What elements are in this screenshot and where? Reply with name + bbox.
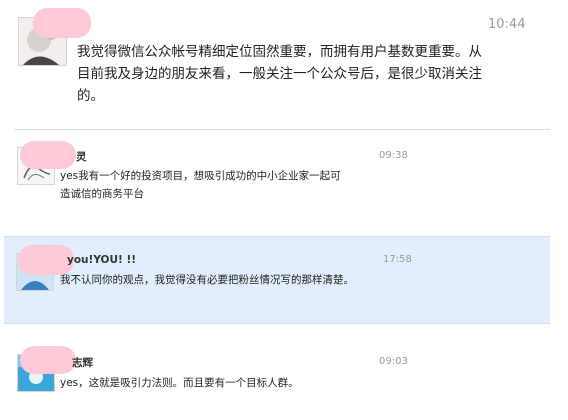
comment-item[interactable]: you!YOU! !! 17:58 我不认同你的观点，我觉得没有必要把粉丝情况写… <box>4 236 550 324</box>
comment-item[interactable]: 10:44 我觉得微信公众帐号精细定位固然重要，而拥有用户基数更重要。从目前我及… <box>0 0 568 128</box>
redaction-mark <box>33 8 91 38</box>
redaction-mark <box>20 141 76 169</box>
comment-text: 我不认同你的观点，我觉得没有必要把粉丝情况写的那样清楚。 <box>60 274 354 286</box>
comment-text: yes，这就是吸引力法则。而且要有一个目标人群。 <box>60 377 299 389</box>
comment-time: 10:44 <box>488 17 526 32</box>
comment-author[interactable]: 灵 <box>76 149 87 164</box>
redaction-mark <box>20 346 76 374</box>
comment-time: 09:03 <box>379 356 408 367</box>
comment-item[interactable]: 志辉 09:03 yes，这就是吸引力法则。而且要有一个目标人群。 <box>14 340 550 420</box>
comment-text: yes我有一个好的投资项目，想吸引成功的中小企业家一起可造诚信的商务平台 <box>60 170 341 200</box>
divider <box>14 129 550 130</box>
comment-author[interactable]: 志辉 <box>72 355 93 370</box>
comment-text: 我觉得微信公众帐号精细定位固然重要，而拥有用户基数更重要。从目前我及身边的朋友来… <box>77 44 482 104</box>
comment-author[interactable]: you!YOU! !! <box>67 254 136 266</box>
comment-time: 17:58 <box>383 254 412 265</box>
comment-item[interactable]: 灵 09:38 yes我有一个好的投资项目，想吸引成功的中小企业家一起可造诚信的… <box>14 137 550 231</box>
comment-time: 09:38 <box>379 150 408 161</box>
